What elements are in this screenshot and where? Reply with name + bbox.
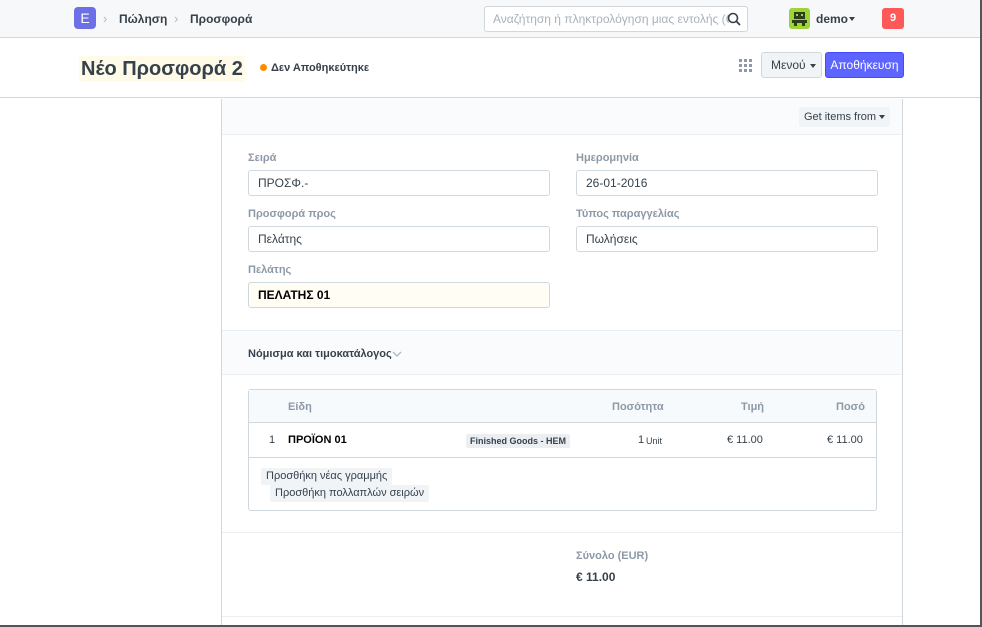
breadcrumb-quotation[interactable]: Προσφορά bbox=[190, 12, 252, 26]
row-qty[interactable]: 1 bbox=[638, 434, 644, 446]
navbar: E › Πώληση › Προσφορά demo 9 bbox=[0, 0, 980, 38]
grand-total-value: € 11.00 bbox=[576, 570, 616, 584]
grid-icon[interactable] bbox=[739, 59, 752, 72]
items-table: Είδη Ποσότητα Τιμή Ποσό 1 ΠΡΟΪΟΝ 01 Fini… bbox=[248, 389, 877, 511]
currency-price-list-section[interactable]: Νόμισμα και τιμοκατάλογος bbox=[222, 330, 902, 375]
get-items-from-label: Get items from bbox=[803, 111, 877, 123]
chevron-down-icon bbox=[392, 351, 402, 357]
menu-button[interactable]: Μενού bbox=[761, 52, 822, 78]
customer-field[interactable]: ΠΕΛΑΤΗΣ 01 bbox=[248, 282, 550, 308]
grand-total-label: Σύνολο (EUR) bbox=[576, 550, 649, 562]
avatar[interactable] bbox=[789, 8, 810, 29]
customer-label: Πελάτης bbox=[248, 264, 292, 276]
row-uom: Unit bbox=[646, 436, 663, 446]
form-layout: Get items from Σειρά ΠΡΟΣΦ.- Ημερομηνία … bbox=[221, 99, 903, 627]
search-icon[interactable] bbox=[727, 12, 741, 26]
caret-down-icon[interactable] bbox=[849, 17, 855, 21]
row-amount: € 11.00 bbox=[827, 434, 863, 446]
totals-section: Σύνολο (EUR) € 11.00 bbox=[222, 532, 902, 617]
app-logo[interactable]: E bbox=[74, 7, 96, 29]
column-header-item: Είδη bbox=[288, 401, 312, 413]
series-field[interactable]: ΠΡΟΣΦ.- bbox=[248, 170, 550, 196]
column-header-qty: Ποσότητα bbox=[612, 401, 664, 413]
save-button[interactable]: Αποθήκευση bbox=[825, 52, 904, 78]
search-input[interactable] bbox=[493, 7, 729, 31]
notification-badge[interactable]: 9 bbox=[882, 8, 904, 29]
add-row-button[interactable]: Προσθήκη νέας γραμμής bbox=[261, 468, 393, 485]
user-name[interactable]: demo bbox=[816, 12, 848, 26]
add-multiple-rows-button[interactable]: Προσθήκη πολλαπλών σειρών bbox=[270, 485, 430, 502]
column-header-amount: Ποσό bbox=[836, 401, 865, 413]
row-rate[interactable]: € 11.00 bbox=[727, 434, 763, 446]
chevron-right-icon: › bbox=[174, 11, 179, 26]
item-group-badge: Finished Goods - HEM bbox=[466, 434, 570, 448]
item-code[interactable]: ΠΡΟΪΟΝ 01 bbox=[288, 434, 347, 446]
date-label: Ημερομηνία bbox=[576, 152, 639, 164]
quotation-to-select[interactable]: Πελάτης bbox=[248, 226, 550, 252]
page-head: Νέο Προσφορά 2 Δεν Αποθηκεύτηκε Μενού Απ… bbox=[0, 39, 980, 98]
menu-button-label: Μενού bbox=[771, 58, 806, 72]
table-row[interactable]: 1 ΠΡΟΪΟΝ 01 Finished Goods - HEM 1 Unit … bbox=[249, 423, 876, 458]
column-header-rate: Τιμή bbox=[741, 401, 765, 413]
section-title: Νόμισμα και τιμοκατάλογος bbox=[248, 348, 392, 360]
quotation-to-label: Προσφορά προς bbox=[248, 208, 336, 220]
row-index: 1 bbox=[269, 434, 276, 446]
chevron-right-icon: › bbox=[103, 11, 108, 26]
date-field[interactable]: 26-01-2016 bbox=[576, 170, 878, 196]
status-badge: Δεν Αποθηκεύτηκε bbox=[271, 62, 370, 74]
page-title: Νέο Προσφορά 2 bbox=[79, 56, 245, 82]
series-label: Σειρά bbox=[248, 152, 277, 164]
search-box[interactable] bbox=[484, 6, 748, 32]
caret-down-icon bbox=[809, 63, 816, 68]
form-toolbar: Get items from bbox=[222, 99, 902, 135]
status-indicator-icon bbox=[260, 64, 267, 71]
get-items-from-button[interactable]: Get items from bbox=[799, 107, 890, 127]
section-divider bbox=[222, 616, 902, 617]
order-type-select[interactable]: Πωλήσεις bbox=[576, 226, 878, 252]
order-type-label: Τύπος παραγγελίας bbox=[576, 208, 680, 220]
breadcrumb-selling[interactable]: Πώληση bbox=[119, 12, 167, 26]
caret-down-icon bbox=[879, 115, 886, 120]
table-header: Είδη Ποσότητα Τιμή Ποσό bbox=[249, 390, 876, 423]
avatar-icon bbox=[792, 12, 807, 26]
